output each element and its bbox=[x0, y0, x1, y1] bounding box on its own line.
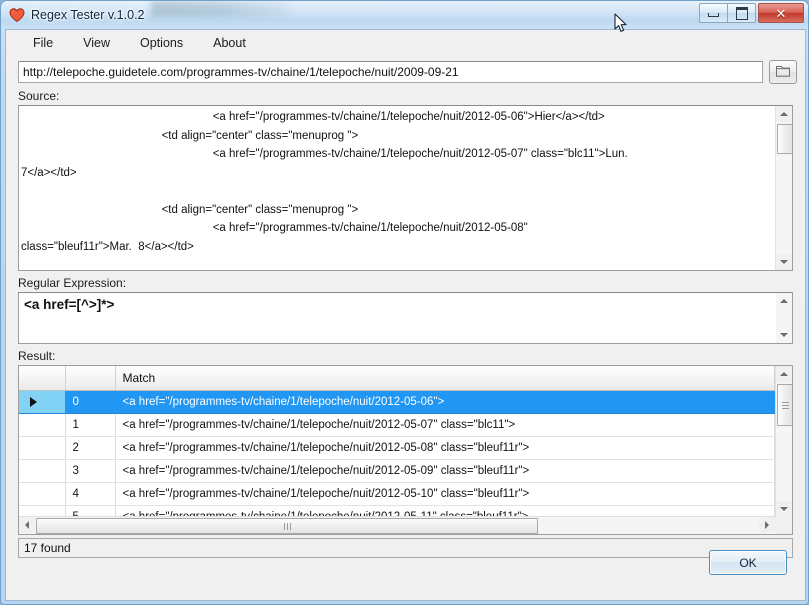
titlebar[interactable]: Regex Tester v.1.0.2 bbox=[1, 1, 808, 29]
row-selector-cell[interactable] bbox=[19, 459, 66, 483]
table-row[interactable]: 4 <a href="/programmes-tv/chaine/1/telep… bbox=[19, 482, 775, 506]
client-area: File View Options About Source: bbox=[5, 29, 806, 601]
heart-icon bbox=[9, 7, 25, 23]
result-scroll-down-icon[interactable] bbox=[776, 501, 792, 517]
result-scroll-left-icon[interactable] bbox=[19, 517, 35, 533]
column-header-match[interactable]: Match bbox=[115, 366, 775, 391]
url-input[interactable] bbox=[18, 61, 763, 83]
result-scroll-thumb[interactable] bbox=[777, 384, 792, 426]
minimize-icon bbox=[708, 13, 719, 17]
column-header-index[interactable] bbox=[65, 366, 116, 391]
result-table: Match 0 <a href="/programmes-tv/chaine/1… bbox=[19, 366, 775, 517]
row-index-cell: 4 bbox=[65, 482, 116, 506]
close-icon: ✕ bbox=[775, 5, 787, 21]
menu-item-options[interactable]: Options bbox=[127, 32, 196, 54]
row-selector-cell[interactable] bbox=[19, 390, 66, 414]
result-vertical-scrollbar[interactable] bbox=[775, 366, 792, 517]
result-hscroll-thumb[interactable] bbox=[36, 518, 538, 534]
row-match-cell: <a href="/programmes-tv/chaine/1/telepoc… bbox=[115, 482, 775, 506]
row-index-cell: 2 bbox=[65, 436, 116, 460]
table-row[interactable]: 0 <a href="/programmes-tv/chaine/1/telep… bbox=[19, 390, 775, 414]
url-row bbox=[6, 57, 805, 84]
result-grid-viewport: Match 0 <a href="/programmes-tv/chaine/1… bbox=[19, 366, 775, 517]
regex-label: Regular Expression: bbox=[18, 276, 127, 290]
table-row[interactable]: 2 <a href="/programmes-tv/chaine/1/telep… bbox=[19, 436, 775, 460]
close-button[interactable]: ✕ bbox=[758, 3, 804, 23]
ok-button[interactable]: OK bbox=[709, 550, 787, 575]
row-match-cell: <a href="/programmes-tv/chaine/1/telepoc… bbox=[115, 413, 775, 437]
row-selector-cell[interactable] bbox=[19, 436, 66, 460]
table-header-row: Match bbox=[19, 366, 775, 391]
row-index-cell: 0 bbox=[65, 390, 116, 414]
source-vertical-scrollbar[interactable] bbox=[775, 106, 792, 270]
result-scroll-right-icon[interactable] bbox=[759, 517, 775, 533]
footer: OK bbox=[6, 542, 805, 600]
row-index-cell: 3 bbox=[65, 459, 116, 483]
window-controls: ✕ bbox=[699, 3, 804, 23]
scroll-down-icon[interactable] bbox=[776, 254, 792, 270]
row-match-cell: <a href="/programmes-tv/chaine/1/telepoc… bbox=[115, 390, 775, 414]
result-scroll-up-icon[interactable] bbox=[776, 366, 792, 382]
result-grid[interactable]: Match 0 <a href="/programmes-tv/chaine/1… bbox=[18, 365, 793, 535]
row-index-cell: 1 bbox=[65, 413, 116, 437]
row-selector-cell[interactable] bbox=[19, 413, 66, 437]
regex-scroll-up-icon[interactable] bbox=[776, 293, 792, 309]
row-selector-cell[interactable] bbox=[19, 482, 66, 506]
regex-scroll-down-icon[interactable] bbox=[776, 327, 792, 343]
window-title: Regex Tester v.1.0.2 bbox=[31, 8, 145, 22]
table-row[interactable]: 3 <a href="/programmes-tv/chaine/1/telep… bbox=[19, 459, 775, 483]
source-text: <a href="/programmes-tv/chaine/1/telepoc… bbox=[21, 111, 628, 253]
browse-button[interactable] bbox=[769, 60, 797, 84]
menu-item-about[interactable]: About bbox=[200, 32, 259, 54]
regex-value: <a href=[^>]*> bbox=[24, 297, 115, 312]
row-pointer-icon bbox=[30, 397, 37, 407]
row-match-cell: <a href="/programmes-tv/chaine/1/telepoc… bbox=[115, 459, 775, 483]
result-label: Result: bbox=[18, 349, 56, 363]
source-scroll-thumb[interactable] bbox=[777, 124, 792, 154]
menu-item-view[interactable]: View bbox=[70, 32, 123, 54]
scrollbar-corner bbox=[775, 517, 792, 534]
column-header-rowselector[interactable] bbox=[19, 366, 66, 391]
scroll-up-icon[interactable] bbox=[776, 106, 792, 122]
result-horizontal-scrollbar[interactable] bbox=[19, 516, 775, 534]
application-window: Regex Tester v.1.0.2 ✕ File View Options… bbox=[0, 0, 809, 605]
source-label: Source: bbox=[18, 89, 60, 103]
source-textarea[interactable]: <a href="/programmes-tv/chaine/1/telepoc… bbox=[18, 105, 793, 271]
minimize-button[interactable] bbox=[699, 3, 728, 23]
hscroll-grip-icon bbox=[283, 522, 292, 530]
menubar: File View Options About bbox=[6, 30, 805, 57]
maximize-icon bbox=[735, 6, 748, 20]
menu-item-file[interactable]: File bbox=[20, 32, 66, 54]
row-match-cell: <a href="/programmes-tv/chaine/1/telepoc… bbox=[115, 436, 775, 460]
maximize-button[interactable] bbox=[727, 3, 756, 23]
folder-icon bbox=[775, 64, 791, 81]
regex-textarea[interactable]: <a href=[^>]*> bbox=[18, 292, 793, 344]
table-row[interactable]: 1 <a href="/programmes-tv/chaine/1/telep… bbox=[19, 413, 775, 437]
regex-vertical-scrollbar[interactable] bbox=[776, 293, 792, 343]
scroll-grip-icon bbox=[781, 400, 789, 411]
